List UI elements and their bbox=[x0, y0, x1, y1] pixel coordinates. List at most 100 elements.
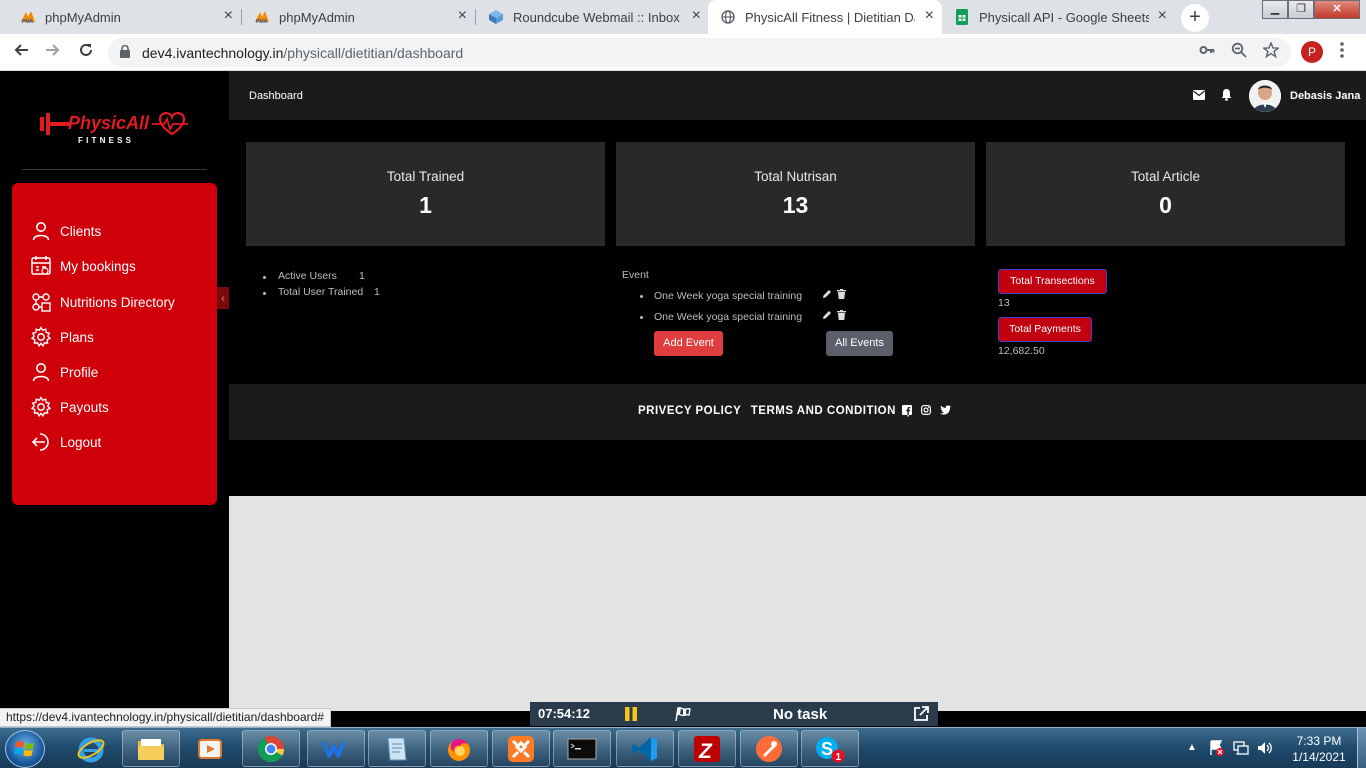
facebook-icon[interactable] bbox=[902, 405, 912, 418]
page-title: Dashboard bbox=[249, 90, 303, 102]
taskbar-vscode[interactable] bbox=[616, 730, 674, 767]
close-tab-icon[interactable]: × bbox=[1158, 8, 1167, 24]
close-tab-icon[interactable]: × bbox=[925, 8, 934, 24]
taskbar-chrome[interactable] bbox=[242, 730, 300, 767]
sidebar-item-profile[interactable]: Profile bbox=[30, 360, 98, 384]
taskbar-ie[interactable] bbox=[62, 730, 120, 767]
taskbar-skype[interactable]: S1 bbox=[801, 730, 859, 767]
total-payments-button[interactable]: Total Payments bbox=[998, 317, 1092, 342]
privacy-policy-link[interactable]: PRIVECY POLICY bbox=[638, 405, 741, 417]
user-avatar[interactable] bbox=[1249, 80, 1281, 112]
delete-trash-icon[interactable] bbox=[837, 289, 846, 302]
reload-button[interactable] bbox=[74, 40, 98, 64]
taskbar-postman[interactable] bbox=[740, 730, 798, 767]
taskbar-notepad[interactable] bbox=[368, 730, 426, 767]
sidebar-item-label: Payouts bbox=[60, 399, 109, 415]
sidebar-item-payouts[interactable]: Payouts bbox=[30, 395, 109, 419]
open-external-icon[interactable] bbox=[913, 706, 929, 727]
tab-roundcube[interactable]: Roundcube Webmail :: Inbox × bbox=[476, 0, 709, 34]
sidebar-item-plans[interactable]: Plans bbox=[30, 325, 94, 349]
instagram-icon[interactable] bbox=[921, 405, 932, 418]
tab-google-sheets[interactable]: Physicall API - Google Sheets × bbox=[942, 0, 1175, 34]
event-title[interactable]: One Week yoga special training bbox=[654, 290, 802, 302]
reload-icon bbox=[80, 43, 92, 56]
bell-icon[interactable] bbox=[1221, 88, 1232, 104]
timer-time: 07:54:12 bbox=[538, 706, 591, 721]
taskbar-xampp[interactable] bbox=[492, 730, 550, 767]
key-icon[interactable] bbox=[1199, 42, 1215, 63]
start-button[interactable] bbox=[5, 730, 45, 768]
new-tab-button[interactable]: + bbox=[1181, 4, 1209, 32]
globe-icon bbox=[720, 9, 736, 25]
tab-title: Physicall API - Google Sheets bbox=[979, 9, 1149, 25]
sidebar-item-my-bookings[interactable]: My bookings bbox=[30, 254, 136, 278]
stat-card-value: 0 bbox=[1159, 192, 1172, 218]
maximize-button[interactable]: ❐ bbox=[1288, 0, 1314, 19]
taskbar-cmd[interactable] bbox=[553, 730, 611, 767]
profile-avatar-button[interactable]: P bbox=[1301, 41, 1323, 63]
tab-physicall-dashboard[interactable]: PhysicAll Fitness | Dietitian Dash × bbox=[708, 0, 942, 34]
sidebar-collapse-toggle[interactable]: ‹ bbox=[217, 287, 229, 309]
sidebar-item-clients[interactable]: Clients bbox=[30, 219, 101, 243]
app-footer: PRIVECY POLICY TERMS AND CONDITION | bbox=[229, 384, 1366, 440]
all-events-button[interactable]: All Events bbox=[826, 331, 893, 356]
sidebar-item-nutritions-directory[interactable]: Nutritions Directory bbox=[30, 290, 175, 314]
physicall-logo[interactable]: PhysicAll FITNESS bbox=[38, 105, 188, 145]
event-title[interactable]: One Week yoga special training bbox=[654, 311, 802, 323]
zoom-icon[interactable] bbox=[1231, 42, 1247, 63]
stat-card-value: 13 bbox=[782, 192, 809, 218]
close-tab-icon[interactable]: × bbox=[458, 8, 467, 24]
taskbar-filezilla[interactable]: Z bbox=[678, 730, 736, 767]
total-transections-button[interactable]: Total Transections bbox=[998, 269, 1107, 294]
close-tab-icon[interactable]: × bbox=[692, 8, 701, 24]
directory-icon bbox=[32, 293, 51, 312]
edit-pencil-icon[interactable] bbox=[822, 310, 832, 323]
browser-menu-icon[interactable] bbox=[1340, 42, 1344, 58]
show-desktop-button[interactable] bbox=[1357, 728, 1366, 768]
stat-value: 1 bbox=[374, 286, 380, 298]
twitter-icon[interactable] bbox=[940, 405, 951, 418]
total-payments-value: 12,682.50 bbox=[998, 345, 1045, 357]
logout-icon bbox=[31, 433, 49, 451]
minimize-button[interactable]: ▁ bbox=[1262, 0, 1288, 19]
taskbar-wps[interactable] bbox=[307, 730, 365, 767]
svg-text:S: S bbox=[821, 739, 833, 759]
action-center-flag-icon[interactable] bbox=[1209, 740, 1225, 759]
mail-icon[interactable] bbox=[1193, 89, 1205, 103]
url-text: dev4.ivantechnology.in/physicall/dietiti… bbox=[142, 45, 463, 61]
tab-phpmyadmin-1[interactable]: PMA phpMyAdmin × bbox=[8, 0, 241, 34]
windows-logo-icon bbox=[13, 741, 34, 757]
tab-title: phpMyAdmin bbox=[45, 9, 121, 25]
pause-icon[interactable] bbox=[624, 707, 638, 726]
delete-trash-icon[interactable] bbox=[837, 310, 846, 323]
taskbar-explorer[interactable] bbox=[122, 730, 180, 767]
tray-expand-icon[interactable]: ▲ bbox=[1187, 742, 1197, 753]
logo-tagline: FITNESS bbox=[78, 136, 134, 145]
taskbar-firefox-dev[interactable] bbox=[430, 730, 488, 767]
bookmark-star-icon[interactable] bbox=[1261, 41, 1281, 63]
address-bar[interactable]: dev4.ivantechnology.in/physicall/dietiti… bbox=[108, 38, 1291, 67]
user-name[interactable]: Debasis Jana bbox=[1290, 90, 1360, 102]
forward-button[interactable] bbox=[41, 40, 65, 64]
volume-icon[interactable] bbox=[1257, 740, 1273, 759]
clock-time: 7:33 PM bbox=[1296, 734, 1342, 748]
network-icon[interactable] bbox=[1233, 740, 1249, 759]
user-icon bbox=[32, 222, 50, 241]
add-event-button[interactable]: Add Event bbox=[654, 331, 723, 356]
forward-arrow-icon bbox=[46, 44, 60, 56]
system-clock[interactable]: 7:33 PM 1/14/2021 bbox=[1284, 733, 1354, 765]
edit-pencil-icon[interactable] bbox=[822, 289, 832, 302]
tab-phpmyadmin-2[interactable]: PMA phpMyAdmin × bbox=[242, 0, 475, 34]
sidebar-item-label: Plans bbox=[60, 329, 94, 345]
sidebar-item-logout[interactable]: Logout bbox=[30, 430, 101, 454]
close-tab-icon[interactable]: × bbox=[224, 8, 233, 24]
skype-icon: S1 bbox=[816, 736, 845, 763]
sidebar-item-label: Nutritions Directory bbox=[60, 294, 175, 310]
bookings-icon bbox=[31, 256, 51, 275]
flag-icon[interactable] bbox=[675, 707, 691, 726]
browser-tab-strip: PMA phpMyAdmin × PMA phpMyAdmin × Roundc… bbox=[0, 0, 1366, 34]
taskbar-media[interactable] bbox=[181, 730, 239, 767]
back-button[interactable] bbox=[9, 40, 33, 64]
close-window-button[interactable]: ✕ bbox=[1314, 0, 1360, 19]
terms-link[interactable]: TERMS AND CONDITION bbox=[751, 405, 896, 417]
